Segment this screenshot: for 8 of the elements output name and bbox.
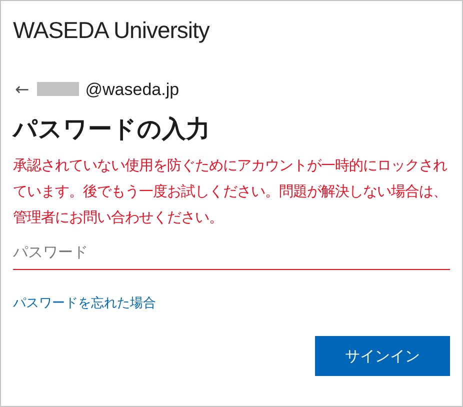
back-button[interactable]: ← [13,82,32,98]
error-message: 承認されていない使用を防ぐためにアカウントが一時的にロックされています。後でもう一度お試しください。問題が解決しない場合は、管理者にお問い合わせください。 [13,157,448,228]
forgot-password-link[interactable]: パスワードを忘れた場合 [13,294,156,312]
page-title: パスワードの入力 [13,114,211,145]
university-logo: WASEDA University [13,17,210,44]
sign-in-button[interactable]: サインイン [315,336,450,376]
password-field[interactable]: パスワード [13,239,450,270]
account-email: @waseda.jp [85,80,180,100]
